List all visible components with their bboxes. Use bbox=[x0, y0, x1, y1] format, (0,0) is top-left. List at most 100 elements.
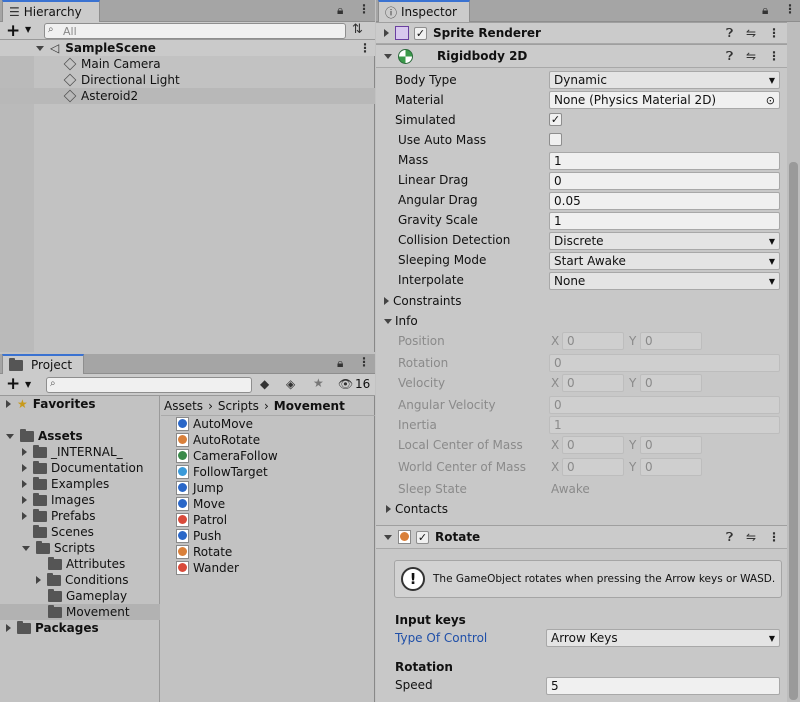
breadcrumb-item[interactable]: Assets bbox=[164, 399, 203, 413]
sprite-renderer-header[interactable]: ✓ Sprite Renderer ❓︎ ⇋ ⋮ bbox=[376, 22, 787, 44]
collision-detection-dropdown[interactable]: Discrete ▼ bbox=[549, 232, 780, 250]
more-icon[interactable]: ⋮ bbox=[358, 355, 370, 369]
tab-hierarchy[interactable]: ☰ Hierarchy bbox=[2, 0, 100, 22]
file-item[interactable]: FollowTarget bbox=[176, 464, 375, 480]
help-icon[interactable]: ❓︎ bbox=[726, 49, 733, 64]
collapse-arrow-icon[interactable] bbox=[384, 53, 392, 59]
folder-item[interactable]: Images bbox=[0, 492, 160, 508]
mass-field[interactable]: 1 bbox=[549, 152, 780, 170]
folder-item[interactable]: Examples bbox=[0, 476, 160, 492]
folder-item[interactable]: Conditions bbox=[0, 572, 160, 588]
more-icon[interactable]: ⋮ bbox=[784, 2, 796, 16]
sleeping-mode-dropdown[interactable]: Start Awake ▼ bbox=[549, 252, 780, 270]
add-button[interactable]: + bbox=[6, 21, 20, 41]
hierarchy-item[interactable]: Directional Light bbox=[0, 72, 375, 88]
expand-arrow-icon[interactable] bbox=[22, 512, 27, 520]
help-icon[interactable]: ❓︎ bbox=[726, 26, 733, 41]
hierarchy-item[interactable]: Main Camera bbox=[0, 56, 375, 72]
object-picker-icon[interactable]: ⊙ bbox=[766, 94, 775, 107]
packages-row[interactable]: Packages bbox=[0, 620, 160, 636]
tab-inspector[interactable]: ⓘ Inspector bbox=[378, 0, 470, 22]
add-dropdown-icon[interactable]: ▼ bbox=[25, 380, 31, 389]
expand-arrow-icon[interactable] bbox=[386, 505, 391, 513]
presets-icon[interactable]: ⇋ bbox=[746, 49, 756, 63]
interpolate-dropdown[interactable]: None ▼ bbox=[549, 272, 780, 290]
expand-arrow-icon[interactable] bbox=[6, 433, 14, 439]
simulated-checkbox[interactable]: ✓ bbox=[549, 113, 562, 126]
expand-arrow-icon[interactable] bbox=[22, 545, 30, 551]
enabled-checkbox[interactable]: ✓ bbox=[414, 26, 427, 40]
folder-item-selected[interactable]: Movement bbox=[0, 604, 160, 620]
assets-row[interactable]: Assets bbox=[0, 428, 160, 444]
gravity-scale-field[interactable]: 1 bbox=[549, 212, 780, 230]
expand-arrow-icon[interactable] bbox=[36, 576, 41, 584]
file-item[interactable]: Jump bbox=[176, 480, 375, 496]
filter-by-type-icon[interactable]: ◆ bbox=[260, 377, 269, 391]
filter-by-label-icon[interactable]: ◈ bbox=[286, 377, 295, 391]
scrollbar-thumb[interactable] bbox=[789, 162, 798, 700]
folder-item[interactable]: Attributes bbox=[0, 556, 160, 572]
presets-icon[interactable]: ⇋ bbox=[746, 530, 756, 544]
favorite-star-icon[interactable]: ★ bbox=[313, 376, 324, 390]
file-item[interactable]: CameraFollow bbox=[176, 448, 375, 464]
file-item[interactable]: Push bbox=[176, 528, 375, 544]
constraints-foldout[interactable]: Constraints bbox=[384, 293, 461, 309]
linear-drag-field[interactable]: 0 bbox=[549, 172, 780, 190]
folder-item[interactable]: Scenes bbox=[0, 524, 160, 540]
rigidbody-header[interactable]: Rigidbody 2D ❓︎ ⇋ ⋮ bbox=[376, 44, 787, 68]
expand-arrow-icon[interactable] bbox=[384, 29, 389, 37]
expand-arrow-icon[interactable] bbox=[36, 45, 44, 51]
lock-icon[interactable]: 🔒︎ bbox=[337, 3, 343, 18]
expand-arrow-icon[interactable] bbox=[384, 297, 389, 305]
folder-item[interactable]: Gameplay bbox=[0, 588, 160, 604]
material-field[interactable]: None (Physics Material 2D) ⊙ bbox=[549, 91, 780, 109]
folder-item[interactable]: Prefabs bbox=[0, 508, 160, 524]
speed-field[interactable]: 5 bbox=[546, 677, 780, 695]
folder-item[interactable]: Scripts bbox=[0, 540, 160, 556]
file-item[interactable]: AutoRotate bbox=[176, 432, 375, 448]
info-foldout[interactable]: Info bbox=[384, 313, 418, 329]
lock-icon[interactable]: 🔒︎ bbox=[337, 356, 343, 371]
more-icon[interactable]: ⋮ bbox=[768, 26, 780, 40]
file-item[interactable]: Move bbox=[176, 496, 375, 512]
sort-icon[interactable]: ⇅ bbox=[352, 22, 363, 37]
file-item[interactable]: Rotate bbox=[176, 544, 375, 560]
inspector-scrollbar[interactable] bbox=[787, 22, 800, 702]
hierarchy-item-selected[interactable]: Asteroid2 bbox=[0, 88, 375, 104]
folder-item[interactable]: _INTERNAL_ bbox=[0, 444, 160, 460]
hierarchy-search-input[interactable]: ⌕ All bbox=[44, 23, 346, 39]
expand-arrow-icon[interactable] bbox=[6, 400, 11, 408]
project-search-input[interactable]: ⌕ bbox=[46, 377, 252, 393]
favorites-row[interactable]: ★ Favorites bbox=[0, 396, 160, 412]
expand-arrow-icon[interactable] bbox=[6, 624, 11, 632]
rotate-header[interactable]: ✓ Rotate ❓︎ ⇋ ⋮ bbox=[376, 525, 787, 549]
hidden-packages-icon[interactable]: 👁︎ bbox=[338, 377, 353, 391]
type-of-control-dropdown[interactable]: Arrow Keys ▼ bbox=[546, 629, 780, 647]
angular-drag-field[interactable]: 0.05 bbox=[549, 192, 780, 210]
scene-row[interactable]: ◁ SampleScene ⋮ bbox=[0, 40, 375, 56]
more-icon[interactable]: ⋮ bbox=[768, 530, 780, 544]
use-auto-mass-checkbox[interactable] bbox=[549, 133, 562, 146]
presets-icon[interactable]: ⇋ bbox=[746, 26, 756, 40]
more-icon[interactable]: ⋮ bbox=[768, 49, 780, 63]
lock-icon[interactable]: 🔒︎ bbox=[762, 3, 768, 18]
add-button[interactable]: + bbox=[6, 374, 20, 394]
expand-arrow-icon[interactable] bbox=[22, 480, 27, 488]
breadcrumb-item[interactable]: Scripts bbox=[218, 399, 259, 413]
expand-arrow-icon[interactable] bbox=[22, 496, 27, 504]
help-icon[interactable]: ❓︎ bbox=[726, 530, 733, 545]
file-item[interactable]: Patrol bbox=[176, 512, 375, 528]
file-item[interactable]: Wander bbox=[176, 560, 375, 576]
breadcrumb-item[interactable]: Movement bbox=[274, 399, 345, 413]
expand-arrow-icon[interactable] bbox=[22, 464, 27, 472]
collapse-arrow-icon[interactable] bbox=[384, 534, 392, 540]
expand-arrow-icon[interactable] bbox=[22, 448, 27, 456]
contacts-foldout[interactable]: Contacts bbox=[386, 501, 448, 517]
tab-project[interactable]: Project bbox=[2, 354, 84, 374]
more-icon[interactable]: ⋮ bbox=[358, 2, 370, 16]
collapse-arrow-icon[interactable] bbox=[384, 318, 392, 324]
more-icon[interactable]: ⋮ bbox=[359, 41, 371, 55]
enabled-checkbox[interactable]: ✓ bbox=[416, 530, 429, 544]
folder-item[interactable]: Documentation bbox=[0, 460, 160, 476]
add-dropdown-icon[interactable]: ▼ bbox=[25, 25, 31, 34]
